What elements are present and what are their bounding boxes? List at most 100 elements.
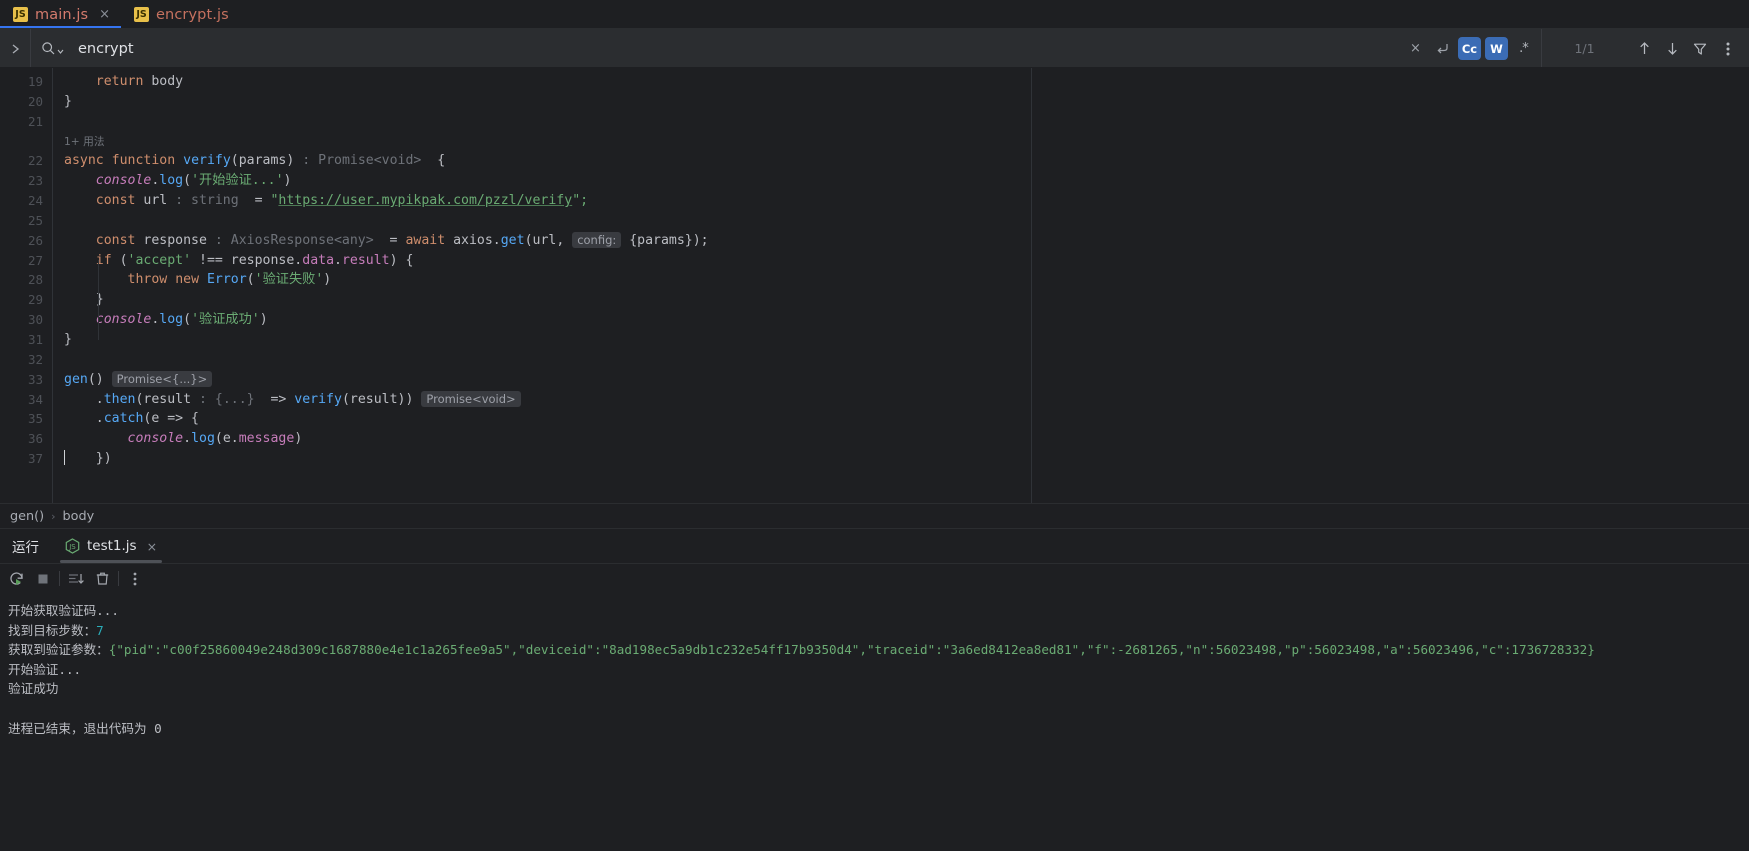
- code-token: url: [135, 193, 168, 209]
- close-icon[interactable]: ×: [99, 8, 110, 21]
- console-line: 开始验证...: [8, 661, 82, 677]
- editor-tab-main-js[interactable]: JS main.js ×: [0, 0, 122, 29]
- code-token: log: [159, 173, 184, 189]
- more-vertical-icon[interactable]: [1719, 40, 1737, 58]
- more-vertical-icon[interactable]: [122, 566, 148, 592]
- code-token: body: [143, 74, 184, 89]
- toolbar-divider: [59, 571, 60, 586]
- code-token: console: [95, 312, 152, 328]
- code-token: .: [334, 252, 342, 268]
- line-number: 21: [27, 113, 43, 129]
- console-text: 找到目标步数：: [8, 622, 97, 638]
- breadcrumb: gen() › body: [0, 503, 1749, 528]
- clear-search-icon[interactable]: ×: [1404, 37, 1427, 60]
- code-token: (e: [214, 431, 231, 447]
- code-token: axios: [445, 232, 493, 248]
- code-token: await: [405, 232, 446, 248]
- newline-search-icon[interactable]: [1431, 37, 1454, 60]
- search-input[interactable]: [78, 40, 498, 57]
- code-token: }): [64, 451, 112, 467]
- line-number: 33: [27, 371, 43, 387]
- arrow-up-icon[interactable]: [1635, 40, 1653, 58]
- match-case-toggle[interactable]: Cc: [1458, 37, 1481, 60]
- search-icon[interactable]: [41, 41, 64, 56]
- console-output[interactable]: 开始获取验证码... 找到目标步数：7 获取到验证参数：{"pid":"c00f25…: [0, 593, 1749, 851]
- code-token: function: [111, 153, 176, 169]
- stop-icon[interactable]: [30, 566, 56, 592]
- code-token: const: [95, 193, 136, 209]
- find-options: × Cc W .*: [1404, 37, 1541, 60]
- editor-tab-label: encrypt.js: [156, 6, 229, 23]
- code-token: (e => {: [143, 411, 199, 427]
- code-token: (: [183, 173, 192, 189]
- code-token: (: [246, 272, 255, 288]
- code-area[interactable]: return body} 1+ 用法 async function verify(…: [52, 68, 1749, 503]
- console-line: 进程已结束，退出代码为 0: [8, 720, 162, 736]
- code-token: log: [191, 431, 215, 447]
- match-count-label: 1/1: [1541, 29, 1627, 68]
- ide-window: JS main.js × JS encrypt.js × Cc W: [0, 0, 1749, 851]
- line-number: 24: [27, 193, 43, 209]
- line-number: 28: [27, 272, 43, 288]
- editor-tab-bar: JS main.js × JS encrypt.js: [0, 0, 1749, 29]
- code-token: throw: [127, 272, 168, 288]
- regex-toggle[interactable]: .*: [1512, 37, 1535, 60]
- code-token: then: [103, 391, 136, 407]
- line-number: 19: [27, 74, 43, 89]
- breadcrumb-item-gen[interactable]: gen(): [10, 509, 44, 524]
- breadcrumb-separator: ›: [51, 509, 56, 523]
- console-line: 找到目标步数：7: [8, 621, 1749, 641]
- inlay-hint: config:: [572, 231, 622, 248]
- code-token: !== response: [191, 252, 295, 268]
- code-token: const: [95, 232, 136, 248]
- code-token: Error: [206, 272, 247, 288]
- code-token: : AxiosResponse<any>: [206, 232, 374, 248]
- editor-vertical-divider: [1031, 68, 1032, 503]
- code-token: ): [323, 272, 332, 288]
- chevron-right-icon[interactable]: [0, 29, 30, 68]
- editor-tab-encrypt-js[interactable]: JS encrypt.js: [121, 0, 240, 29]
- code-token: : string: [167, 193, 239, 209]
- code-token: : Promise<void>: [294, 153, 422, 169]
- arrow-down-icon[interactable]: [1663, 40, 1681, 58]
- whole-words-toggle[interactable]: W: [1485, 37, 1508, 60]
- code-token: ): [294, 431, 303, 447]
- trash-icon[interactable]: [89, 566, 115, 592]
- line-number-gutter: 19 20 21 22 23 24 25 26 27 28 29 30 31 32 33 34 35 36 37: [0, 68, 52, 503]
- code-token: .: [230, 431, 239, 447]
- find-input-area: [30, 29, 1404, 68]
- js-file-icon: JS: [13, 7, 28, 22]
- rerun-icon[interactable]: [4, 566, 30, 592]
- code-editor[interactable]: 19 20 21 22 23 24 25 26 27 28 29 30 31 32 33 34 35 36 37 …: [0, 68, 1749, 503]
- code-token: .: [183, 431, 192, 447]
- code-token: '验证失败': [254, 272, 324, 288]
- js-file-icon: JS: [134, 7, 150, 22]
- filter-icon[interactable]: [1691, 40, 1709, 58]
- scroll-to-end-icon[interactable]: [63, 566, 89, 592]
- code-token: gen: [64, 371, 88, 387]
- code-token: response: [135, 232, 207, 248]
- line-number: 30: [27, 312, 43, 328]
- console-line: 开始获取验证码...: [8, 603, 119, 618]
- code-token: https://user.mypikpak.com/pzzl/verify: [278, 193, 573, 209]
- line-number: 23: [27, 173, 43, 189]
- breadcrumb-item-body[interactable]: body: [63, 509, 95, 524]
- line-number: 29: [27, 292, 43, 308]
- code-token: (url,: [524, 232, 573, 248]
- close-icon[interactable]: ×: [147, 539, 157, 554]
- run-tool-window: 运行 JS test1.js × 开始获取验证码... 找到目标步数：7 获取到…: [0, 528, 1749, 851]
- code-token: '验证成功': [191, 312, 260, 328]
- code-token: 'accept': [127, 252, 192, 268]
- line-number: [0, 132, 52, 152]
- code-token: .: [95, 391, 104, 407]
- code-token: ";: [572, 193, 589, 209]
- toolbar-divider: [118, 571, 119, 586]
- code-token: : {...}: [191, 391, 255, 407]
- find-navigation: [1627, 40, 1749, 58]
- run-tab-test1-js[interactable]: JS test1.js ×: [55, 529, 167, 563]
